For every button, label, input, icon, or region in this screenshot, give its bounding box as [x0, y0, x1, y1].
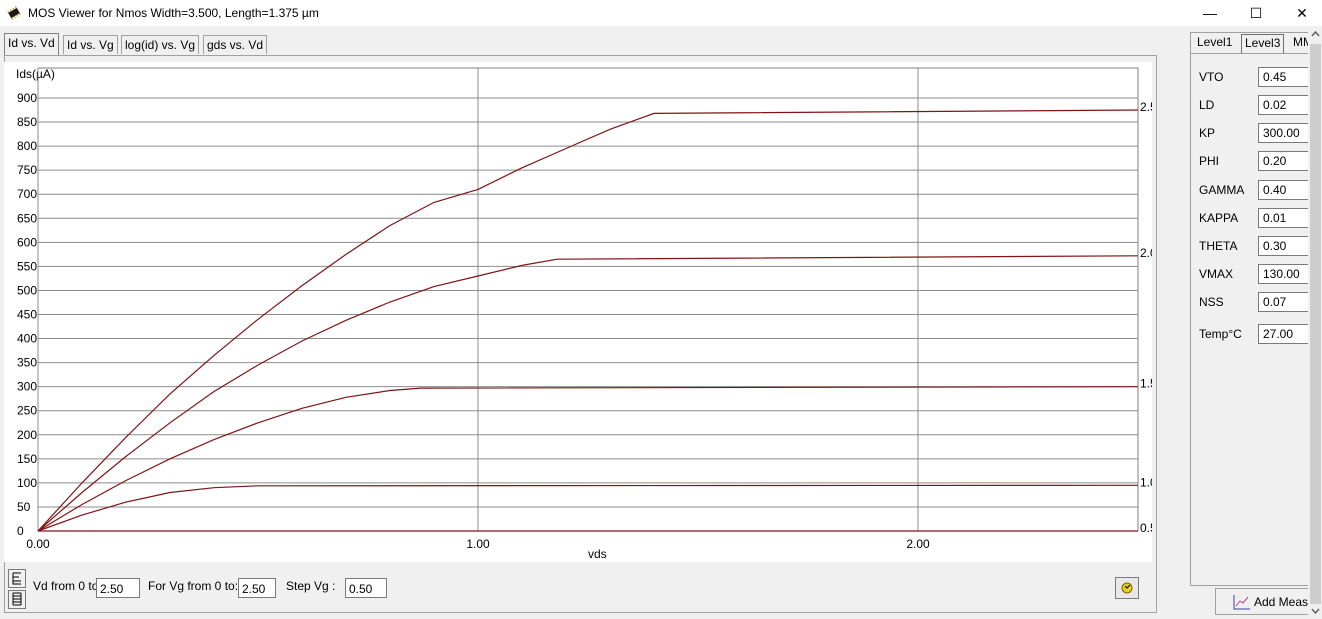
vd-range-label: Vd from 0 to [33, 579, 99, 593]
series-label: 1.50 [1140, 377, 1152, 391]
param-phi-label: PHI [1199, 154, 1220, 168]
y-tick-label: 250 [17, 404, 37, 418]
param-theta-input[interactable]: 0.30 [1258, 236, 1310, 256]
list-icon [12, 572, 21, 585]
y-tick-label: 550 [17, 259, 37, 273]
y-tick-label: 100 [17, 476, 37, 490]
add-meas-button[interactable]: Add Meas [1215, 588, 1313, 615]
tab-level3[interactable]: Level3 [1241, 34, 1285, 54]
param-phi-input[interactable]: 0.20 [1258, 151, 1310, 171]
param-nss-input[interactable]: 0.07 [1258, 292, 1310, 312]
tab-log-id-vs-vg[interactable]: log(id) vs. Vg [121, 35, 200, 54]
param-kappa-label: KAPPA [1199, 211, 1239, 225]
y-tick-label: 650 [17, 211, 37, 225]
param-vmax-input[interactable]: 130.00 [1258, 264, 1310, 284]
y-tick-label: 0 [17, 524, 24, 538]
window-title: MOS Viewer for Nmos Width=3.500, Length=… [28, 6, 319, 20]
param-kp-label: KP [1199, 126, 1216, 140]
vg-max-input[interactable]: 2.50 [238, 578, 276, 598]
x-axis-label: vds [588, 547, 607, 561]
refresh-button[interactable] [1115, 577, 1139, 599]
y-axis-label: Ids(µA) [16, 67, 55, 81]
table-view-button[interactable] [8, 590, 26, 609]
tab-level1[interactable]: Level1 [1194, 33, 1235, 51]
id-vs-vd-chart: Ids(µA) vds 0 50 100 150 200 250 300 350 400 450 5… [4, 62, 1152, 562]
y-tick-label: 400 [17, 332, 37, 346]
param-temp-input[interactable]: 27.00 [1258, 324, 1310, 344]
vg-range-label: For Vg from 0 to: [148, 579, 239, 593]
minimize-button[interactable]: — [1187, 0, 1233, 26]
y-tick-label: 350 [17, 356, 37, 370]
chart-add-icon [1233, 595, 1250, 610]
close-button[interactable]: ✕ [1279, 0, 1322, 26]
y-tick-label: 150 [17, 452, 37, 466]
table-icon [12, 592, 22, 606]
step-vg-input[interactable]: 0.50 [345, 578, 387, 598]
y-tick-label: 450 [17, 308, 37, 322]
x-tick-label: 0.00 [26, 537, 50, 551]
refresh-icon [1121, 582, 1133, 594]
tab-id-vs-vd[interactable]: Id vs. Vd [4, 33, 59, 55]
maximize-button[interactable]: ☐ [1233, 0, 1279, 26]
param-ld-input[interactable]: 0.02 [1258, 95, 1310, 115]
scroll-down-icon[interactable] [1311, 607, 1320, 615]
series-label: 1.00 [1140, 475, 1152, 489]
y-tick-label: 700 [17, 187, 37, 201]
step-vg-label: Step Vg : [286, 579, 336, 593]
y-tick-label: 300 [17, 380, 37, 394]
vertical-scrollbar[interactable] [1308, 26, 1322, 619]
param-vmax-label: VMAX [1199, 267, 1234, 281]
tab-id-vs-vg[interactable]: Id vs. Vg [63, 35, 118, 54]
scrollbar-thumb[interactable] [1310, 44, 1321, 604]
param-kappa-input[interactable]: 0.01 [1258, 208, 1310, 228]
param-gamma-label: GAMMA [1199, 183, 1245, 197]
series-label: 2.50 [1140, 100, 1152, 114]
param-vto-input[interactable]: 0.45 [1258, 67, 1310, 87]
chip-icon [7, 6, 21, 20]
add-meas-label: Add Meas [1254, 595, 1309, 609]
param-gamma-input[interactable]: 0.40 [1258, 180, 1310, 200]
y-tick-label: 200 [17, 428, 37, 442]
y-tick-label: 800 [17, 139, 37, 153]
vd-max-input[interactable]: 2.50 [96, 578, 140, 598]
list-view-button[interactable] [8, 569, 26, 588]
y-tick-label: 50 [17, 500, 31, 514]
series-label: 0.50 [1140, 521, 1152, 535]
y-tick-label: 850 [17, 115, 37, 129]
scroll-up-icon[interactable] [1311, 30, 1320, 38]
tab-gds-vs-vd[interactable]: gds vs. Vd [203, 35, 268, 54]
title-bar: MOS Viewer for Nmos Width=3.500, Length=… [0, 0, 1322, 26]
param-kp-input[interactable]: 300.00 [1258, 123, 1310, 143]
param-theta-label: THETA [1199, 239, 1238, 253]
y-tick-label: 500 [17, 283, 37, 297]
model-parameters-panel: Level1 Level3 MM VTO 0.45 LD 0.02 KP 300… [1190, 32, 1313, 586]
param-vto-label: VTO [1199, 70, 1224, 84]
param-temp-label: Temp°C [1199, 327, 1242, 341]
y-tick-label: 600 [17, 235, 37, 249]
series-label: 2.00 [1140, 246, 1152, 260]
param-nss-label: NSS [1199, 295, 1224, 309]
chart-background [4, 62, 1152, 562]
y-tick-label: 900 [17, 91, 37, 105]
x-tick-label: 2.00 [906, 537, 930, 551]
y-tick-label: 750 [17, 163, 37, 177]
x-tick-label: 1.00 [466, 537, 490, 551]
param-ld-label: LD [1199, 98, 1215, 112]
